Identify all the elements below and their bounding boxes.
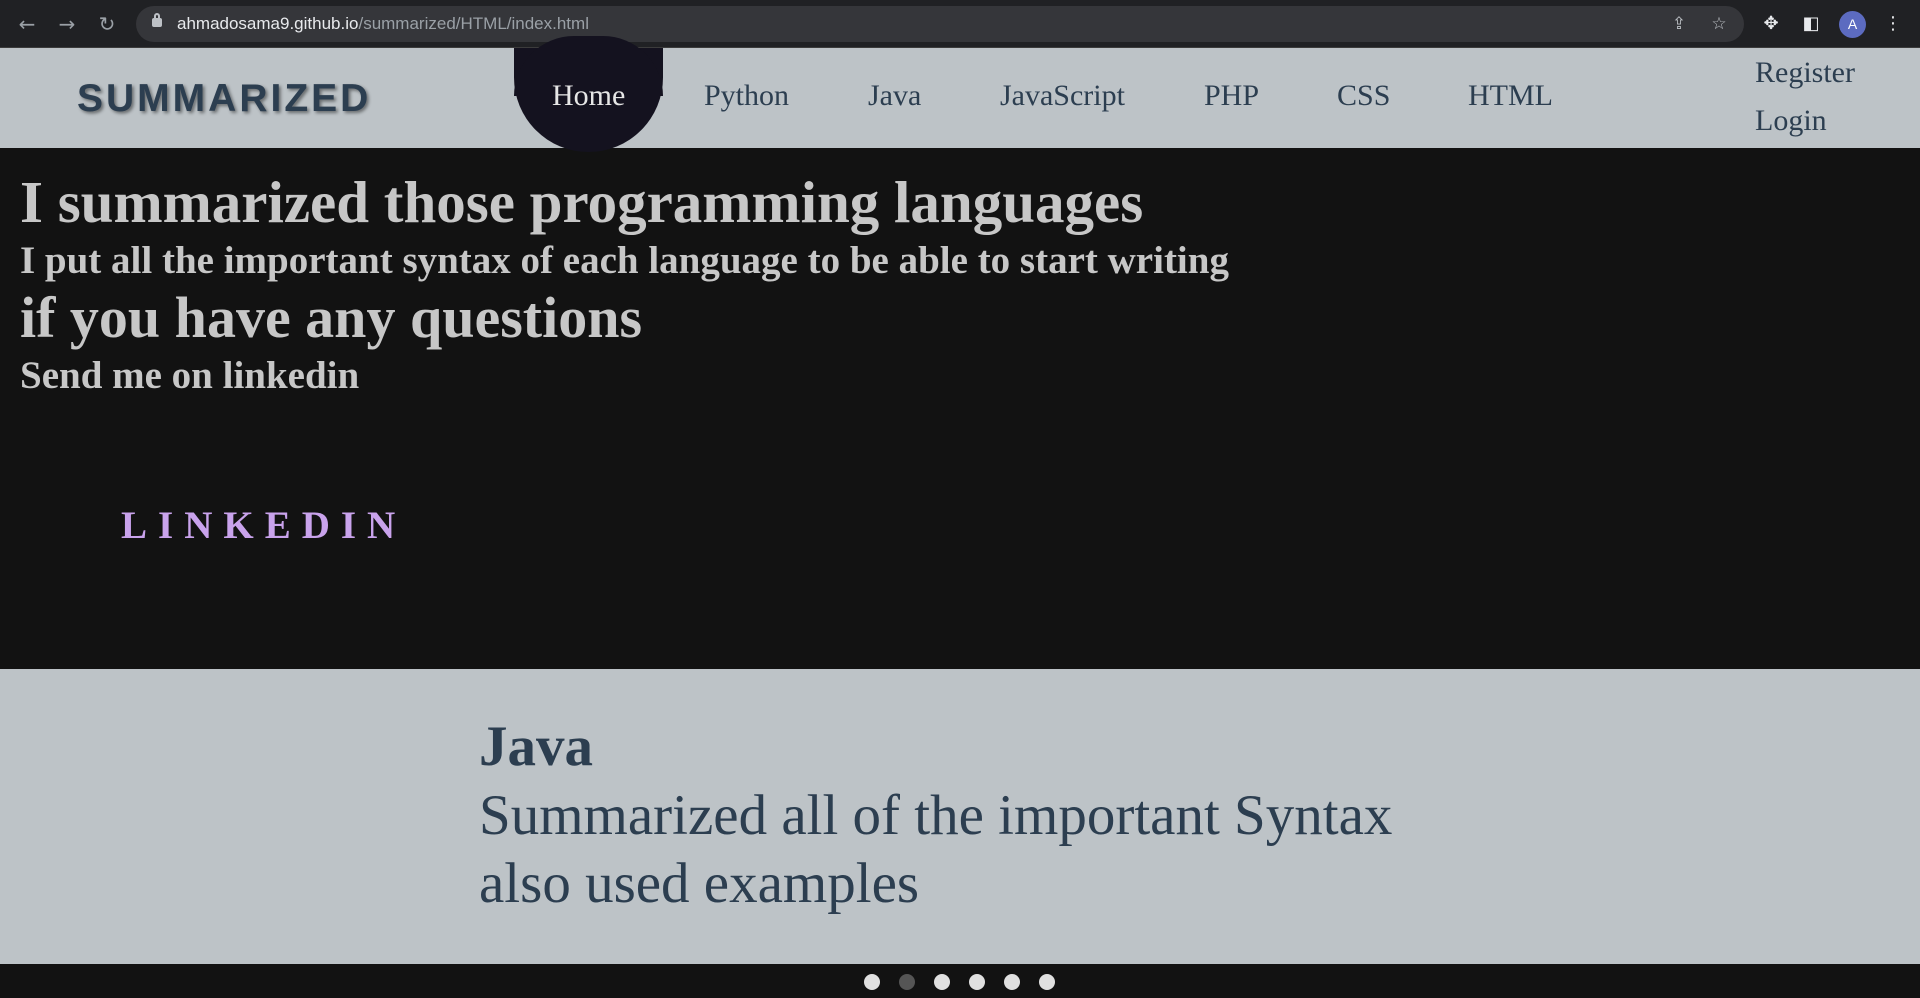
reload-icon[interactable]: ↻ [94,11,120,37]
nav-css[interactable]: CSS [1337,78,1390,114]
forward-icon[interactable]: → [54,11,80,37]
slide-line-1: Summarized all of the important Syntax [479,784,1393,847]
slider-card: Java Summarized all of the important Syn… [0,669,1920,964]
nav-php[interactable]: PHP [1204,78,1259,114]
slider-dot[interactable] [969,974,985,990]
hero-subtitle: I put all the important syntax of each l… [20,239,1229,282]
nav-java[interactable]: Java [868,78,921,114]
slider-dot-active[interactable] [899,974,915,990]
slider-dot[interactable] [934,974,950,990]
nav-home[interactable]: Home [552,78,625,114]
hero-contact-text: Send me on linkedin [20,354,360,397]
nav-javascript[interactable]: JavaScript [1000,78,1125,114]
site-logo[interactable]: SUMMARIZED [77,76,371,121]
url-text[interactable]: ahmadosama9.github.io/summarized/HTML/in… [177,6,589,42]
extensions-icon[interactable]: ✥ [1758,11,1784,37]
login-link[interactable]: Login [1755,103,1827,139]
browser-toolbar: ← → ↻ ahmadosama9.github.io/summarized/H… [0,0,1920,48]
linkedin-button[interactable]: LINKEDIN [121,503,406,549]
address-bar[interactable]: ahmadosama9.github.io/summarized/HTML/in… [136,6,1744,42]
slide-line-2: also used examples [479,852,920,915]
menu-icon[interactable]: ⋮ [1880,11,1906,37]
profile-avatar[interactable]: A [1839,11,1866,38]
slider-dot[interactable] [1039,974,1055,990]
url-path: /summarized/HTML/index.html [358,14,589,33]
back-icon[interactable]: ← [14,11,40,37]
side-panel-icon[interactable]: ◧ [1798,11,1824,37]
nav-python[interactable]: Python [704,78,789,114]
hero-title: I summarized those programming languages [20,169,1144,235]
nav-html[interactable]: HTML [1468,78,1553,114]
slider-pagination [0,964,1920,998]
bookmark-star-icon[interactable]: ☆ [1706,11,1732,37]
slider-dot[interactable] [1004,974,1020,990]
site-header: SUMMARIZED Home Python Java JavaScript P… [0,36,1920,152]
url-host: ahmadosama9.github.io [177,14,359,33]
register-link[interactable]: Register [1755,55,1855,91]
slider-dot[interactable] [864,974,880,990]
share-icon[interactable]: ⇪ [1666,11,1692,37]
hero-question: if you have any questions [20,285,643,350]
lock-icon[interactable] [152,13,162,27]
slide-title: Java [479,715,593,778]
